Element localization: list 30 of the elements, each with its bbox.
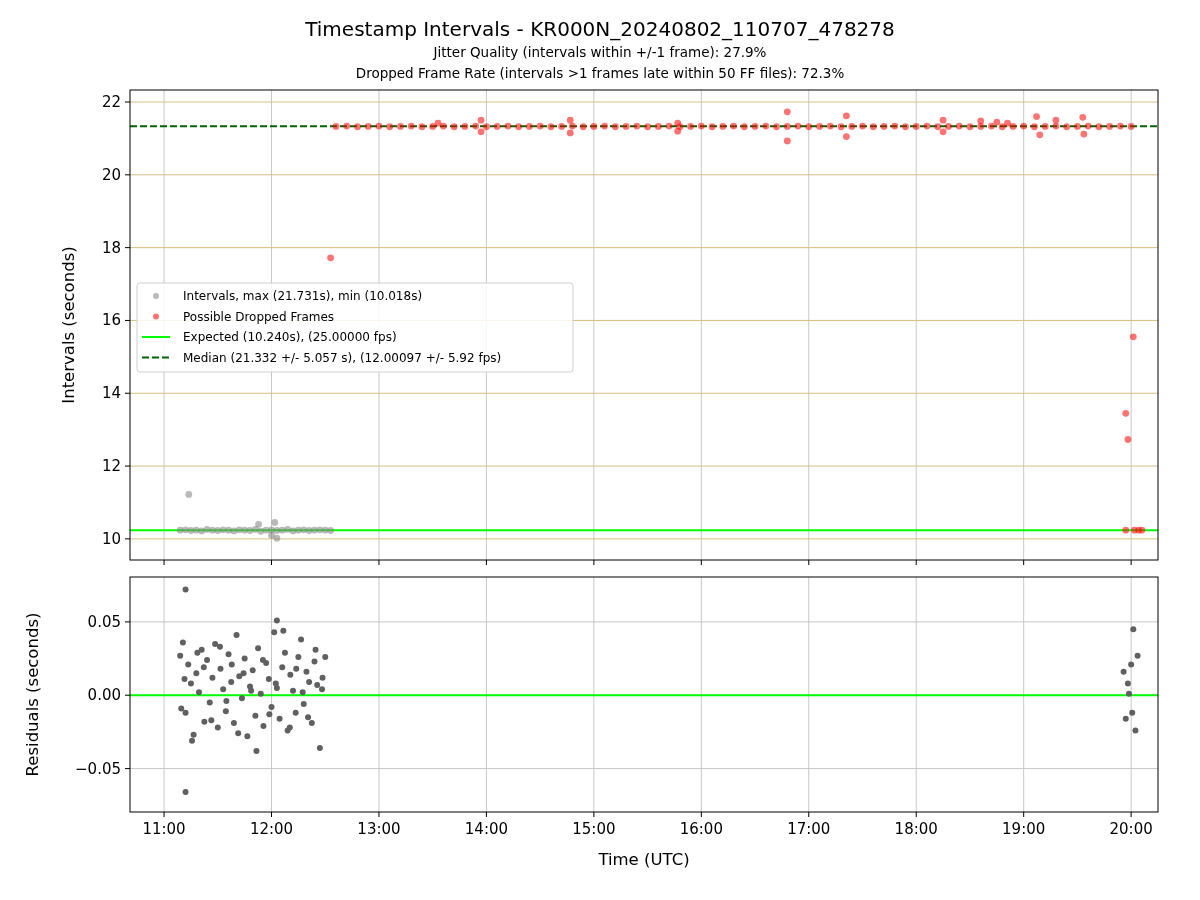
x-tick-label: 20:00 bbox=[1109, 820, 1153, 838]
x-tick-label: 18:00 bbox=[894, 820, 938, 838]
y-axis-label: Residuals (seconds) bbox=[23, 612, 42, 777]
y-tick-label: −0.05 bbox=[75, 759, 121, 778]
x-tick-label: 12:00 bbox=[249, 820, 294, 838]
y-tick-label: 20 bbox=[101, 165, 121, 184]
x-axis-label: Time (UTC) bbox=[598, 850, 690, 869]
y-tick-label: 18 bbox=[101, 238, 121, 257]
figure-subtitle: Jitter Quality (intervals within +/-1 frame): 27.9% bbox=[433, 43, 767, 62]
figure-subtitle: Dropped Frame Rate (intervals >1 frames late within 50 FF files): 72.3% bbox=[355, 64, 845, 83]
y-tick-label: 0.05 bbox=[87, 612, 121, 631]
x-tick-label: 14:00 bbox=[464, 820, 509, 838]
x-tick-label: 15:00 bbox=[572, 820, 616, 838]
y-axis-label: Intervals (seconds) bbox=[59, 246, 78, 404]
x-tick-label: 11:00 bbox=[142, 820, 186, 838]
y-tick-label: 14 bbox=[101, 384, 121, 403]
legend-label: Median (21.332 +/- 5.057 s), (12.00097 +/- 5.92 fps) bbox=[183, 350, 502, 365]
x-tick-label: 13:00 bbox=[357, 820, 401, 838]
figure-title: Timestamp Intervals - KR000N_20240802_110707_478278 bbox=[305, 16, 895, 42]
x-tick-label: 17:00 bbox=[787, 820, 831, 838]
y-tick-label: 10 bbox=[101, 529, 121, 548]
legend-label: Intervals, max (21.731s), min (10.018s) bbox=[183, 289, 423, 303]
x-tick-label: 19:00 bbox=[1002, 820, 1046, 838]
y-tick-label: 16 bbox=[101, 311, 121, 330]
y-tick-label: 12 bbox=[101, 457, 121, 476]
legend-label: Expected (10.240s), (25.00000 fps) bbox=[183, 330, 397, 344]
y-tick-label: 0.00 bbox=[87, 686, 121, 705]
legend-label: Possible Dropped Frames bbox=[183, 309, 335, 324]
x-tick-label: 16:00 bbox=[679, 820, 723, 838]
y-tick-label: 22 bbox=[101, 93, 121, 111]
